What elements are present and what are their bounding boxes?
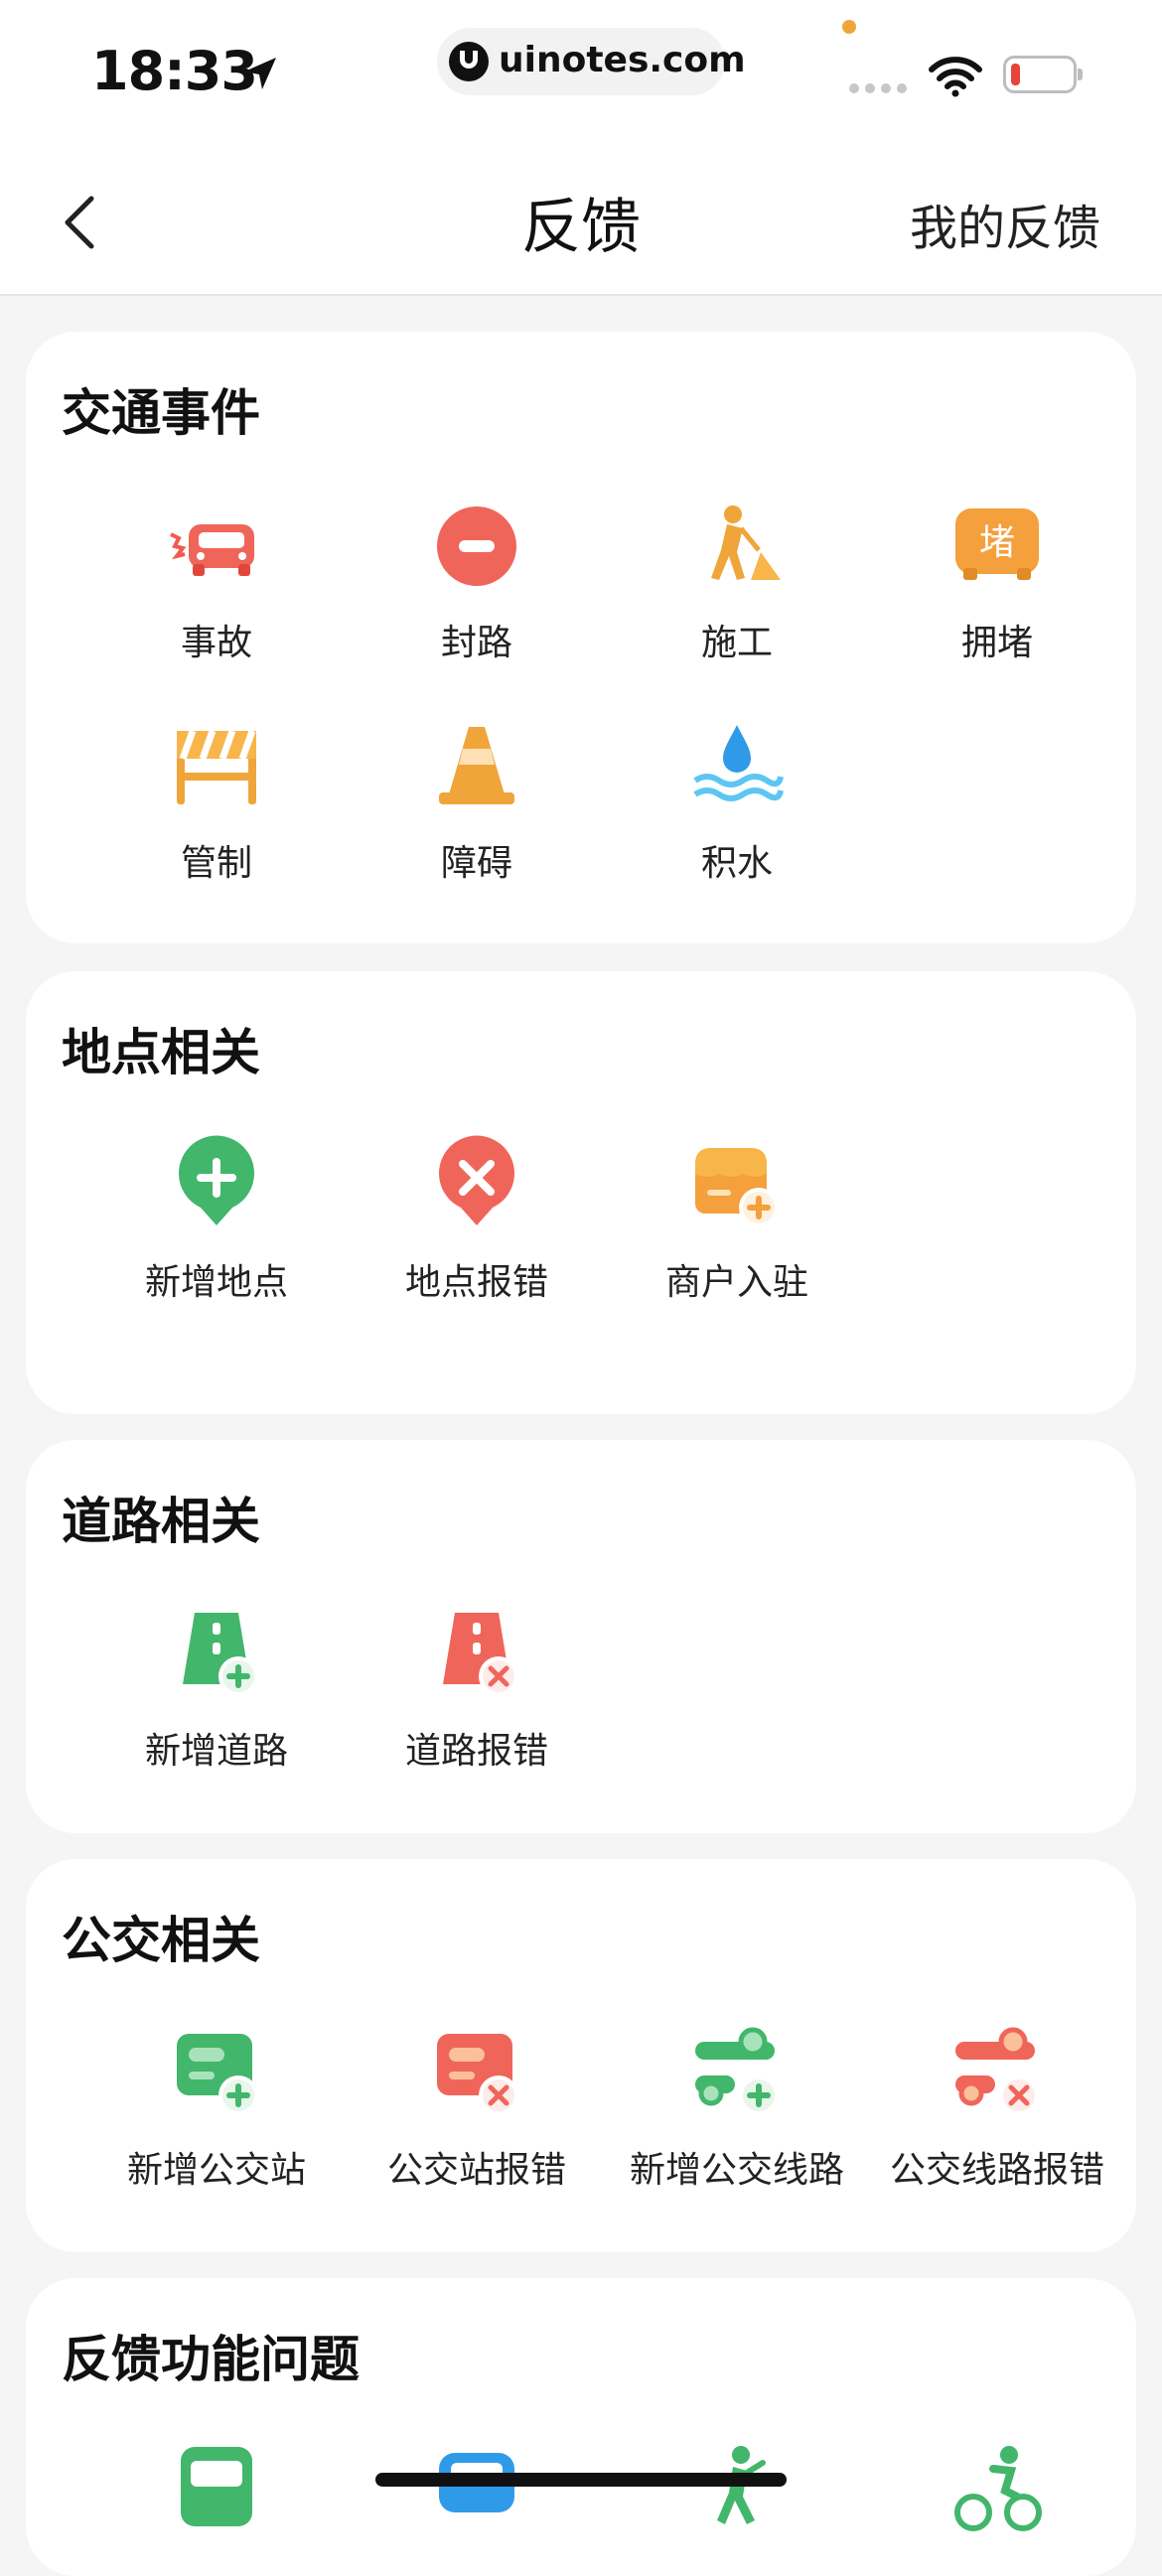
item-label: 管制 bbox=[180, 843, 252, 884]
section-title: 公交相关 bbox=[62, 1912, 260, 1969]
item-label: 新增地点 bbox=[144, 1262, 288, 1303]
bus-stop-error-icon bbox=[437, 2034, 518, 2115]
section-bus: 公交相关 新增公交站 公交站报错 新增公交线路 公交线路报错 bbox=[26, 1859, 1136, 2252]
item-bus[interactable] bbox=[86, 2441, 347, 2544]
cycling-icon bbox=[954, 2446, 1042, 2531]
item-cycling[interactable] bbox=[867, 2441, 1127, 2544]
item-road-closed[interactable]: 封路 bbox=[347, 495, 607, 665]
item-traffic-jam[interactable]: 堵 拥堵 bbox=[867, 495, 1127, 665]
road-error-icon bbox=[443, 1613, 518, 1696]
section-places: 地点相关 新增地点 地点报错 商户入驻 bbox=[26, 971, 1136, 1414]
add-road-icon bbox=[183, 1613, 258, 1696]
section-feature-feedback: 反馈功能问题 bbox=[26, 2278, 1136, 2576]
item-control[interactable]: 管制 bbox=[86, 715, 347, 886]
item-car[interactable] bbox=[347, 2441, 607, 2544]
add-bus-line-icon bbox=[695, 2027, 779, 2115]
nav-bar: 反馈 我的反馈 bbox=[0, 149, 1162, 296]
svg-text:堵: 堵 bbox=[979, 522, 1015, 563]
wifi-icon bbox=[929, 57, 982, 97]
item-label: 地点报错 bbox=[404, 1262, 548, 1303]
item-label: 公交站报错 bbox=[386, 2150, 566, 2191]
item-place-error[interactable]: 地点报错 bbox=[347, 1134, 607, 1305]
section-roads: 道路相关 新增道路 道路报错 bbox=[26, 1440, 1136, 1833]
item-water[interactable]: 积水 bbox=[607, 715, 867, 886]
section-title: 反馈功能问题 bbox=[62, 2331, 360, 2388]
item-label: 施工 bbox=[700, 623, 773, 663]
item-add-road[interactable]: 新增道路 bbox=[86, 1603, 347, 1774]
car-icon bbox=[439, 2453, 514, 2512]
item-label: 拥堵 bbox=[960, 623, 1033, 663]
section-title: 交通事件 bbox=[62, 384, 260, 442]
item-obstacle[interactable]: 障碍 bbox=[347, 715, 607, 886]
item-label: 新增公交线路 bbox=[629, 2150, 844, 2191]
status-bar: 18:33 uinotes.com bbox=[0, 0, 1162, 149]
item-label: 积水 bbox=[700, 843, 773, 884]
barrier-icon bbox=[177, 729, 256, 804]
battery-icon bbox=[1003, 56, 1083, 93]
site-logo-icon bbox=[449, 42, 489, 81]
item-add-place[interactable]: 新增地点 bbox=[86, 1134, 347, 1305]
item-bus-stop-error[interactable]: 公交站报错 bbox=[347, 2022, 607, 2193]
item-walking[interactable] bbox=[607, 2441, 867, 2544]
section-title: 地点相关 bbox=[62, 1024, 260, 1081]
location-arrow-icon bbox=[244, 58, 276, 89]
my-feedback-link[interactable]: 我的反馈 bbox=[910, 189, 1100, 258]
section-title: 道路相关 bbox=[62, 1493, 260, 1550]
item-add-bus-line[interactable]: 新增公交线路 bbox=[607, 2022, 867, 2193]
item-label: 公交线路报错 bbox=[889, 2150, 1104, 2191]
privacy-indicator-dot bbox=[842, 20, 856, 34]
water-icon bbox=[693, 725, 784, 801]
item-label: 新增道路 bbox=[144, 1731, 288, 1772]
car-crash-icon bbox=[170, 524, 254, 576]
place-error-icon bbox=[439, 1135, 514, 1225]
section-traffic-events: 交通事件 事故 封路 施工 堵 拥堵 管制 障碍 积水 bbox=[26, 332, 1136, 943]
road-closed-icon bbox=[437, 506, 516, 586]
item-construction[interactable]: 施工 bbox=[607, 495, 867, 665]
item-add-bus-stop[interactable]: 新增公交站 bbox=[86, 2022, 347, 2193]
traffic-cone-icon bbox=[439, 727, 514, 804]
bus-icon bbox=[181, 2447, 252, 2526]
item-label: 事故 bbox=[180, 623, 252, 663]
item-label: 道路报错 bbox=[404, 1731, 548, 1772]
item-label: 封路 bbox=[440, 623, 512, 663]
shop-join-icon bbox=[695, 1148, 779, 1227]
item-accident[interactable]: 事故 bbox=[86, 495, 347, 665]
add-place-icon bbox=[179, 1135, 254, 1225]
url-text: uinotes.com bbox=[499, 40, 746, 80]
bus-line-error-icon bbox=[955, 2027, 1039, 2115]
item-label: 新增公交站 bbox=[126, 2150, 306, 2191]
construction-worker-icon bbox=[711, 505, 781, 580]
url-pill[interactable]: uinotes.com bbox=[437, 28, 746, 95]
walking-icon bbox=[717, 2446, 766, 2524]
add-bus-stop-icon bbox=[177, 2034, 258, 2115]
traffic-jam-icon: 堵 bbox=[955, 508, 1039, 580]
home-indicator[interactable] bbox=[375, 2473, 787, 2487]
status-time: 18:33 bbox=[91, 40, 258, 102]
item-road-error[interactable]: 道路报错 bbox=[347, 1603, 607, 1774]
cellular-signal-icon bbox=[849, 83, 907, 93]
item-bus-line-error[interactable]: 公交线路报错 bbox=[867, 2022, 1127, 2193]
item-label: 障碍 bbox=[440, 843, 512, 884]
item-label: 商户入驻 bbox=[664, 1262, 808, 1303]
item-shop-join[interactable]: 商户入驻 bbox=[607, 1134, 867, 1305]
